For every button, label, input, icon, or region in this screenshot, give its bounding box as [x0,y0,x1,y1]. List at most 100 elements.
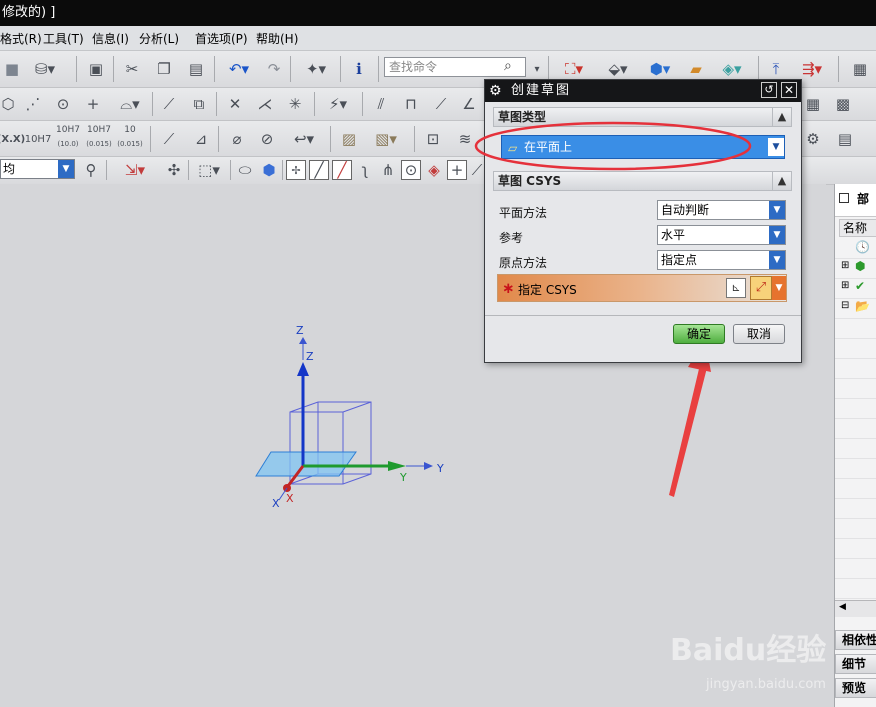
table-icon[interactable]: ▤ [832,127,858,151]
angular-dim-icon[interactable]: ⊿ [188,127,214,151]
assembly-icon[interactable]: ⛁▾ [28,57,62,81]
parallel-icon[interactable]: ⫽ [368,92,394,116]
profile-icon[interactable]: ⌓▾ [110,92,150,116]
list-item[interactable] [835,378,876,399]
chevron-down-icon[interactable]: ▼ [58,160,74,178]
report-icon[interactable]: ▦ [846,57,874,81]
list-item[interactable] [835,318,876,339]
chevron-down-icon[interactable]: ▼ [769,201,785,219]
horizontal-scrollbar[interactable]: ◀ [835,600,876,617]
snap-midpoint-icon[interactable]: ╱ [332,160,352,180]
information-icon[interactable]: ℹ [346,57,372,81]
column-name-header[interactable]: 名称 [839,219,876,237]
menu-analysis[interactable]: 分析(L) [139,30,179,47]
offset-curve-icon[interactable]: ⟋ [156,92,182,116]
redo-icon[interactable]: ↷ [262,57,286,81]
solid-select-icon[interactable]: ⬢ [258,159,280,181]
list-item[interactable]: ⊞ ✔ [835,278,876,299]
coincident-icon[interactable]: ⟋ [428,92,454,116]
chevron-down-icon[interactable]: ▼ [769,251,785,269]
menu-format[interactable]: 格式(R) [0,30,42,47]
specify-csys-row[interactable]: ∗ 指定 CSYS ⊾ ⤢ ▼ [497,274,787,302]
list-item[interactable] [835,418,876,439]
fit-view-icon[interactable]: ⛶▾ [554,57,594,81]
expand-icon[interactable]: ⊟ [841,300,849,311]
origin-method-select[interactable]: 指定点 ▼ [657,250,786,270]
wcs-icon[interactable]: ⤒ [764,57,788,81]
menu-tools[interactable]: 工具(T) [43,30,84,47]
studio-spline-icon[interactable]: ⋰ [20,92,46,116]
close-icon[interactable]: ✕ [781,82,797,98]
ok-button[interactable]: 确定 [673,324,725,344]
datum-plane-icon[interactable]: ⊡ [420,127,446,151]
settings-icon[interactable]: ⚙ [800,127,826,151]
deselect-all-icon[interactable]: ⬭ [234,159,256,181]
tab-dependencies[interactable]: 相依性 [835,630,876,650]
reset-icon[interactable]: ↺ [761,82,777,98]
list-item[interactable] [835,478,876,499]
extrude-icon[interactable]: ▨ [336,127,362,151]
diameter-dim-icon[interactable]: ⌀ [224,127,250,151]
snap-center-icon[interactable]: ⊙ [401,160,421,180]
save-icon[interactable]: ▣ [84,57,108,81]
dim-limit-label[interactable]: 10H7 [55,123,81,137]
perpendicular-icon[interactable]: ⊓ [398,92,424,116]
rectangle-select-icon[interactable]: ⬚▾ [192,159,226,181]
part-icon[interactable]: ■ [0,57,24,81]
angle-icon[interactable]: ∠ [456,92,482,116]
make-corner-icon[interactable]: ✳ [282,92,308,116]
snap-intersection-icon[interactable]: ⋔ [378,160,398,180]
list-item[interactable] [835,498,876,519]
pattern-curve-icon[interactable]: ⧉ [186,92,212,116]
gear-icon[interactable]: ⚙ [489,80,502,102]
expand-icon[interactable]: ⊞ [841,260,849,271]
collapse-icon[interactable]: ▲ [772,108,791,126]
plane-method-select[interactable]: 自动判断 ▼ [657,200,786,220]
scroll-left-icon[interactable]: ◀ [839,602,846,612]
dialog-title-bar[interactable]: ⚙ 创建草图 ↺ ✕ [485,80,801,102]
menu-preferences[interactable]: 首选项(P) [195,30,248,47]
expand-icon[interactable]: ⊞ [841,280,849,291]
hole-dim-icon[interactable]: ⊘ [254,127,280,151]
chevron-down-icon[interactable]: ▼ [769,226,785,244]
perimeter-dim-icon[interactable]: ↩▾ [284,127,324,151]
snap-existing-point-icon[interactable]: + [447,160,467,180]
view-orient-icon[interactable]: ⬢▾ [640,57,680,81]
layer-icon[interactable]: ◈▾ [712,57,752,81]
list-item[interactable] [835,338,876,359]
quick-trim-icon[interactable]: ✕ [222,92,248,116]
dim-bilateral-label[interactable]: 10H7 [86,123,112,137]
repeat-command-icon[interactable]: ✦▾ [296,57,336,81]
list-item[interactable] [835,458,876,479]
search-dropdown-icon[interactable]: ▾ [530,57,544,81]
snap-point-icon[interactable]: ⇲▾ [110,159,160,181]
move-object-icon[interactable]: ⇶▾ [792,57,832,81]
list-item[interactable] [835,518,876,539]
dim-decimal-label[interactable]: (X.X) [0,127,25,151]
menu-help[interactable]: 帮助(H) [256,30,298,47]
radius-dim-icon[interactable]: ⟋ [156,127,182,151]
navigator-pin-icon[interactable] [839,193,849,203]
list-item[interactable] [835,558,876,579]
list-item[interactable] [835,438,876,459]
tab-details[interactable]: 细节 [835,654,876,674]
chevron-down-icon[interactable]: ▼ [768,138,784,156]
list-item[interactable]: ⊞ ⬢ [835,258,876,279]
collapse-icon[interactable]: ▲ [772,172,791,190]
snap-quadrant-icon[interactable]: ◈ [424,160,444,180]
reference-select[interactable]: 水平 ▼ [657,225,786,245]
constraints-icon[interactable]: ⚡▾ [320,92,356,116]
polygon-icon[interactable]: ⬡ [0,92,16,116]
copy-icon[interactable]: ❐ [152,57,176,81]
dim-unilateral-label[interactable]: 10 [117,123,143,137]
inferred-csys-icon[interactable]: ⤢ [750,276,772,300]
csys-dialog-icon[interactable]: ⊾ [726,278,746,298]
general-point-icon[interactable]: ✣ [163,159,185,181]
feature-table-icon[interactable]: ▦ [800,92,826,116]
list-item[interactable]: 🕓 [835,238,876,259]
dim-tolerance-label[interactable]: 10H7 [25,127,52,151]
list-item[interactable] [835,358,876,379]
select-filter-icon[interactable]: ⚲ [80,159,102,181]
snap-control-icon[interactable]: ʅ [355,160,375,180]
point-icon[interactable]: + [80,92,106,116]
